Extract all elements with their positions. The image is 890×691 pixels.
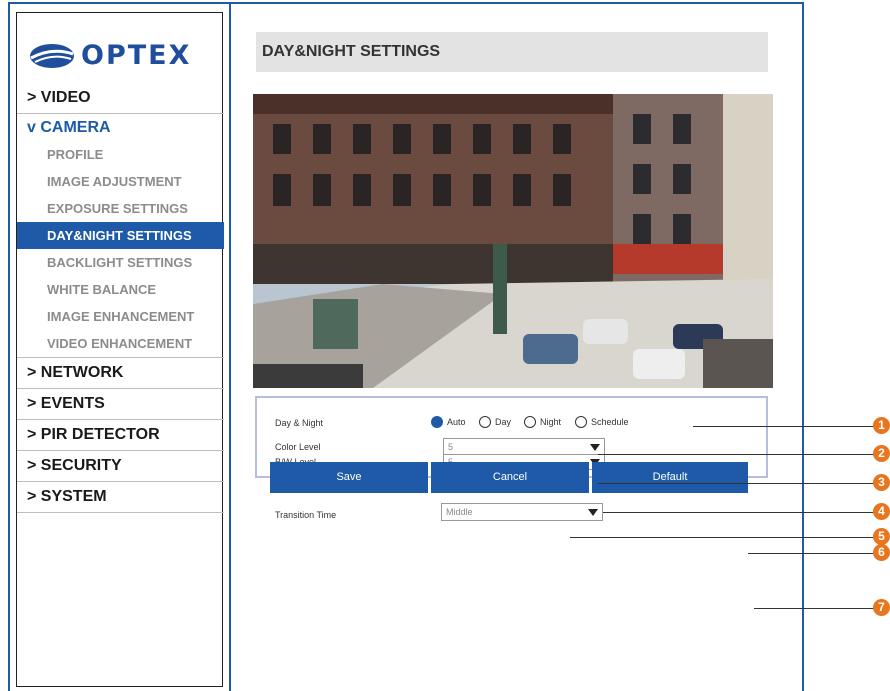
optex-logo: OPTEX — [29, 41, 209, 71]
camera-preview-image — [253, 94, 773, 388]
day-night-radio-group: Auto Day Night Schedule — [431, 416, 671, 430]
nav-system[interactable]: > SYSTEM — [17, 482, 224, 513]
callout-badge-7: 7 — [873, 599, 890, 616]
nav-white-balance[interactable]: WHITE BALANCE — [17, 276, 224, 303]
dropdown-arrow-icon — [588, 509, 598, 516]
frame-right-line — [802, 2, 804, 691]
nav-profile[interactable]: PROFILE — [17, 141, 224, 168]
dropdown-arrow-icon — [590, 444, 600, 451]
optex-logo-mark-icon — [30, 44, 74, 68]
callout-badge-5: 5 — [873, 528, 890, 545]
nav-backlight-settings[interactable]: BACKLIGHT SETTINGS — [17, 249, 224, 276]
radio-night[interactable] — [524, 416, 536, 428]
nav-menu: > VIDEO v CAMERA PROFILE IMAGE ADJUSTMEN… — [17, 83, 224, 513]
callout-line-3 — [598, 483, 875, 484]
callout-badge-2: 2 — [873, 445, 890, 462]
color-level-label: Color Level — [275, 442, 321, 452]
page-title: DAY&NIGHT SETTINGS — [262, 43, 441, 60]
sidebar: OPTEX > VIDEO v CAMERA PROFILE IMAGE ADJ… — [16, 12, 224, 687]
day-night-label: Day & Night — [275, 418, 324, 428]
frame-left-line — [8, 2, 10, 691]
default-button[interactable]: Default — [592, 462, 748, 493]
callout-badge-6: 6 — [873, 544, 890, 561]
nav-network[interactable]: > NETWORK — [17, 358, 224, 389]
callout-badge-1: 1 — [873, 417, 890, 434]
radio-day-label: Day — [495, 417, 512, 427]
page-title-bar: DAY&NIGHT SETTINGS — [256, 32, 768, 72]
nav-image-enhancement[interactable]: IMAGE ENHANCEMENT — [17, 303, 224, 330]
nav-security[interactable]: > SECURITY — [17, 451, 224, 482]
nav-pir-detector[interactable]: > PIR DETECTOR — [17, 420, 224, 451]
transition-time-value: Middle — [446, 507, 473, 517]
nav-camera[interactable]: v CAMERA — [17, 114, 224, 141]
nav-day-night-settings[interactable]: DAY&NIGHT SETTINGS — [17, 222, 224, 249]
frame-top-line — [8, 2, 804, 4]
callout-line-2 — [598, 454, 875, 455]
callout-badge-4: 4 — [873, 503, 890, 520]
nav-events[interactable]: > EVENTS — [17, 389, 224, 420]
radio-schedule[interactable] — [575, 416, 587, 428]
main-content: DAY&NIGHT SETTINGS Day & Night Auto Day … — [234, 12, 802, 691]
logo-text: OPTEX — [81, 40, 192, 71]
radio-auto-label: Auto — [447, 417, 466, 427]
radio-auto[interactable] — [431, 416, 443, 428]
callout-line-5 — [570, 537, 875, 538]
radio-day[interactable] — [479, 416, 491, 428]
radio-night-label: Night — [540, 417, 562, 427]
nav-video-enhancement[interactable]: VIDEO ENHANCEMENT — [17, 330, 224, 358]
callout-line-6 — [748, 553, 875, 554]
save-button[interactable]: Save — [270, 462, 428, 493]
transition-time-label: Transition Time — [275, 510, 337, 520]
nav-video[interactable]: > VIDEO — [17, 83, 224, 114]
callout-line-7 — [754, 608, 875, 609]
callout-badge-3: 3 — [873, 474, 890, 491]
color-level-value: 5 — [448, 442, 454, 452]
radio-schedule-label: Schedule — [591, 417, 629, 427]
callout-line-4 — [598, 512, 875, 513]
nav-exposure-settings[interactable]: EXPOSURE SETTINGS — [17, 195, 224, 222]
frame-divider-line — [229, 2, 231, 691]
nav-image-adjustment[interactable]: IMAGE ADJUSTMENT — [17, 168, 224, 195]
transition-time-select[interactable]: Middle — [441, 503, 603, 521]
cancel-button[interactable]: Cancel — [431, 462, 589, 493]
callout-line-1 — [693, 426, 875, 427]
